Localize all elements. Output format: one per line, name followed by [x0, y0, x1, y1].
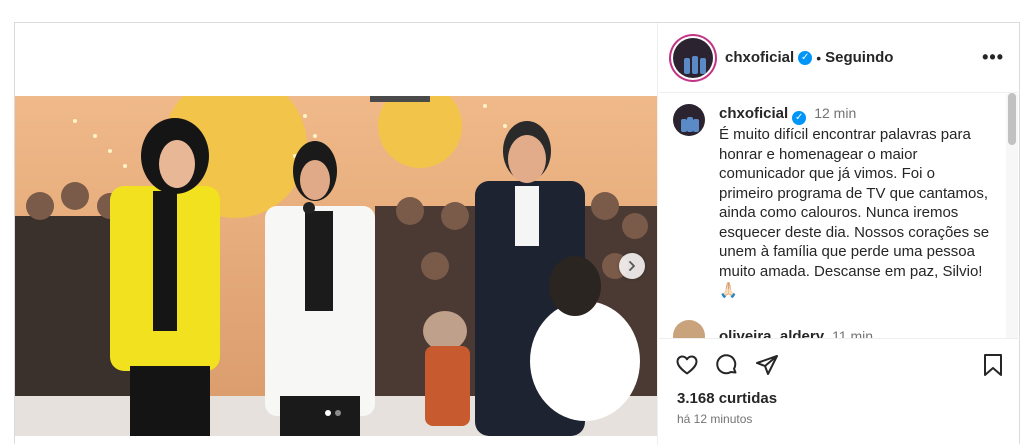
post-timestamp[interactable]: há 12 minutos: [677, 412, 752, 426]
commenter-avatar[interactable]: [673, 320, 705, 338]
post-caption: chxoficial ✓ 12 min É muito difícil encont…: [673, 104, 993, 301]
author-username[interactable]: chxoficial: [725, 49, 794, 66]
comment-item: oliveira_aldery 11 min: [673, 320, 873, 338]
author-info: chxoficial ✓ • Seguindo: [725, 49, 893, 66]
post-frame: chxoficial ✓ • Seguindo ••• chxoficial ✓ 1…: [14, 22, 1020, 445]
caption-avatar[interactable]: [673, 104, 705, 136]
share-icon[interactable]: [755, 353, 779, 377]
caption-body: chxoficial ✓ 12 min É muito difícil encont…: [719, 104, 993, 301]
carousel-next-button[interactable]: [619, 253, 645, 279]
post-photo[interactable]: [15, 96, 657, 436]
carousel-dot-2: [335, 410, 341, 416]
likes-count[interactable]: 3.168 curtidas: [677, 390, 777, 407]
comments-scrollbar-thumb[interactable]: [1008, 93, 1016, 145]
carousel-indicator: [325, 410, 341, 416]
commenter-username[interactable]: oliveira_aldery: [719, 328, 824, 339]
action-icons: [675, 353, 779, 377]
more-options-button[interactable]: •••: [982, 47, 1004, 68]
carousel-dot-1: [325, 410, 331, 416]
post-media: [15, 23, 658, 445]
avatar-figure: [692, 55, 698, 74]
post-actions: 3.168 curtidas há 12 minutos: [659, 338, 1020, 445]
separator: •: [816, 49, 822, 66]
caption-text: É muito difícil encontrar palavras para …: [719, 126, 990, 299]
follow-status-button[interactable]: Seguindo: [825, 49, 893, 66]
avatar-figure: [693, 119, 699, 132]
verified-icon: ✓: [798, 50, 813, 65]
comment-icon[interactable]: [715, 353, 739, 377]
photo-illustration: [15, 96, 657, 436]
author-avatar[interactable]: [673, 37, 713, 78]
caption-time: 12 min: [814, 105, 857, 121]
comment-time: 11 min: [832, 328, 874, 338]
verified-icon: ✓: [792, 111, 807, 125]
post-sidebar: chxoficial ✓ • Seguindo ••• chxoficial ✓ 1…: [659, 23, 1020, 445]
bookmark-icon[interactable]: [982, 353, 1004, 377]
post-header: chxoficial ✓ • Seguindo •••: [659, 23, 1020, 93]
avatar-figure: [700, 57, 706, 74]
comments-section: chxoficial ✓ 12 min É muito difícil encont…: [659, 94, 1020, 338]
avatar-figure: [684, 57, 690, 74]
heart-icon[interactable]: [675, 353, 699, 377]
caption-username[interactable]: chxoficial: [719, 105, 788, 122]
chevron-right-icon: [629, 261, 635, 271]
